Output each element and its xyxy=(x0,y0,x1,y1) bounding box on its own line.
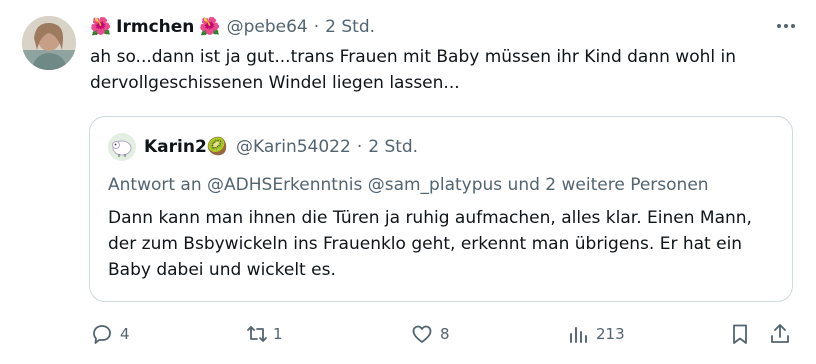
views-icon xyxy=(570,327,587,343)
reply-count: 4 xyxy=(120,325,130,343)
like-button[interactable]: 8 xyxy=(410,318,450,350)
like-icon xyxy=(412,325,432,343)
name-emoji-left: 🌺 xyxy=(90,17,112,37)
avatar-photo xyxy=(22,16,76,70)
reply-button[interactable]: 4 xyxy=(90,318,130,350)
kiwi-emoji: 🥝 xyxy=(206,137,228,157)
quoted-author-name: Karin2 xyxy=(144,137,207,157)
bookmark-button[interactable] xyxy=(728,318,752,350)
quoted-header: Karin2 🥝 @Karin54022 · 2 Std. xyxy=(144,135,418,159)
author-name[interactable]: Irmchen xyxy=(116,17,194,37)
repost-button[interactable]: 1 xyxy=(245,318,283,350)
tweet-text: ah so...dann ist ja gut...trans Frauen m… xyxy=(90,47,736,93)
views-count: 213 xyxy=(596,325,625,343)
quoted-author-handle: @Karin54022 xyxy=(235,137,351,157)
reply-icon xyxy=(93,325,111,344)
more-button[interactable] xyxy=(772,14,800,38)
share-button[interactable] xyxy=(768,318,792,350)
tweet-time[interactable]: 2 Std. xyxy=(325,17,375,37)
share-icon xyxy=(771,324,789,343)
tweet-header: 🌺 Irmchen 🌺 @pebe64 · 2 Std. xyxy=(90,14,375,40)
sheep-cartoon-avatar-icon xyxy=(108,133,136,161)
reply-context: Antwort an @ADHSErkenntnis @sam_platypus… xyxy=(108,175,709,195)
repost-count: 1 xyxy=(273,325,283,343)
more-horizontal-icon xyxy=(777,24,795,28)
quoted-text: Dann kann man ihnen die Türen ja ruhig a… xyxy=(108,208,752,280)
quoted-time: 2 Std. xyxy=(368,137,419,157)
quoted-author-avatar xyxy=(108,133,136,161)
repost-icon xyxy=(247,326,267,342)
author-handle[interactable]: @pebe64 xyxy=(227,17,308,37)
quoted-tweet[interactable]: Karin2 🥝 @Karin54022 · 2 Std. Antwort an… xyxy=(89,116,793,302)
bookmark-icon xyxy=(733,324,747,344)
views-button[interactable]: 213 xyxy=(566,318,625,350)
action-bar: 4 1 8 213 xyxy=(0,318,816,350)
author-avatar[interactable] xyxy=(22,16,76,70)
separator: · xyxy=(313,17,320,37)
name-emoji-right: 🌺 xyxy=(199,17,221,37)
quoted-separator: · xyxy=(356,137,363,157)
like-count: 8 xyxy=(440,325,450,343)
